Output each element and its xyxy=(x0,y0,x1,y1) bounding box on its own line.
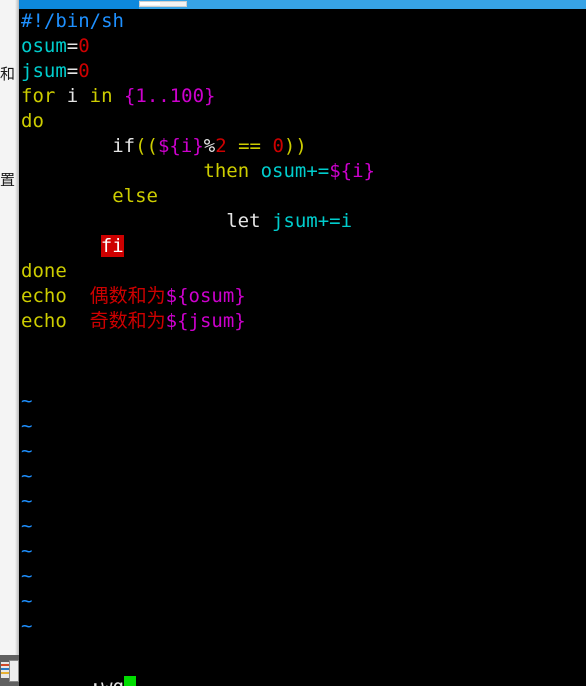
taskbar-window-icon[interactable] xyxy=(9,660,19,682)
titlebar[interactable] xyxy=(19,0,586,9)
code-line: fi xyxy=(21,234,124,259)
code-token: if xyxy=(112,135,136,157)
empty-line-marker: ~ xyxy=(21,415,33,437)
code-token: 0 xyxy=(78,60,90,82)
code-line: else xyxy=(21,184,158,209)
code-token: i xyxy=(66,85,79,107)
empty-line-marker: ~ xyxy=(21,390,33,412)
code-token: 奇数和为 xyxy=(78,310,166,332)
empty-line-marker: ~ xyxy=(21,615,33,637)
code-token: == xyxy=(238,135,261,157)
empty-line-marker: ~ xyxy=(21,490,33,512)
vim-editor[interactable]: #!/bin/sh osum=0 jsum=0 for i in {1..100} do… xyxy=(19,9,586,686)
empty-line-marker: ~ xyxy=(21,465,33,487)
code-token: fi xyxy=(100,235,124,257)
code-token: ${i} xyxy=(157,135,204,157)
code-token: jsum+=i xyxy=(271,210,353,232)
code-token: else xyxy=(112,185,158,207)
empty-line-marker: ~ xyxy=(21,440,33,462)
code-line: if((${i}%2 == 0)) xyxy=(21,134,307,159)
code-token: % xyxy=(203,135,216,157)
empty-line-marker: ~ xyxy=(21,515,33,537)
code-line: echo 偶数和为${osum} xyxy=(21,284,246,309)
code-token: let xyxy=(226,210,272,232)
code-line: do xyxy=(21,109,44,134)
code-token: osum xyxy=(21,35,67,57)
code-token: in xyxy=(78,85,124,107)
code-token: = xyxy=(66,60,79,82)
code-token: do xyxy=(21,110,44,132)
empty-line-marker: ~ xyxy=(21,590,33,612)
code-token: #!/bin/sh xyxy=(21,10,124,32)
text-cursor xyxy=(123,676,136,686)
code-line: #!/bin/sh xyxy=(21,9,124,34)
code-token: ${osum} xyxy=(165,285,246,307)
empty-line-marker: ~ xyxy=(21,540,33,562)
code-token: echo xyxy=(21,285,79,307)
empty-line-marker: ~ xyxy=(21,565,33,587)
code-token: 2 xyxy=(215,135,227,157)
code-token: echo xyxy=(21,310,79,332)
code-token: {1..100} xyxy=(123,85,216,107)
code-token: then xyxy=(203,160,261,182)
vim-command-text: :wq xyxy=(90,676,124,686)
code-token: = xyxy=(66,35,79,57)
code-token: )) xyxy=(283,135,307,157)
code-token: 0 xyxy=(272,135,284,157)
code-line: jsum=0 xyxy=(21,59,90,84)
code-token: 偶数和为 xyxy=(78,285,166,307)
code-line: let jsum+=i xyxy=(21,209,352,234)
code-line: for i in {1..100} xyxy=(21,84,216,109)
code-token: ${i} xyxy=(329,160,375,182)
code-token: for xyxy=(21,85,67,107)
code-token: (( xyxy=(135,135,158,157)
code-token: 0 xyxy=(78,35,90,57)
screen-root: 和 置 #!/bin/sh osum=0 jsum=0 for i in {1..10… xyxy=(0,0,586,686)
code-token: osum+= xyxy=(260,160,330,182)
titlebar-progress-fill xyxy=(140,2,160,5)
code-line: osum=0 xyxy=(21,34,90,59)
code-line: echo 奇数和为${jsum} xyxy=(21,309,246,334)
vim-status-line[interactable]: :wq xyxy=(21,650,136,686)
desktop-left-strip: 和 置 xyxy=(0,0,20,686)
code-token: jsum xyxy=(21,60,67,82)
code-token: ${jsum} xyxy=(165,310,246,332)
titlebar-active-segment xyxy=(19,0,139,9)
code-line: done xyxy=(21,259,67,284)
code-token: done xyxy=(21,260,67,282)
taskbar[interactable] xyxy=(0,655,19,686)
code-line: then osum+=${i} xyxy=(21,159,375,184)
